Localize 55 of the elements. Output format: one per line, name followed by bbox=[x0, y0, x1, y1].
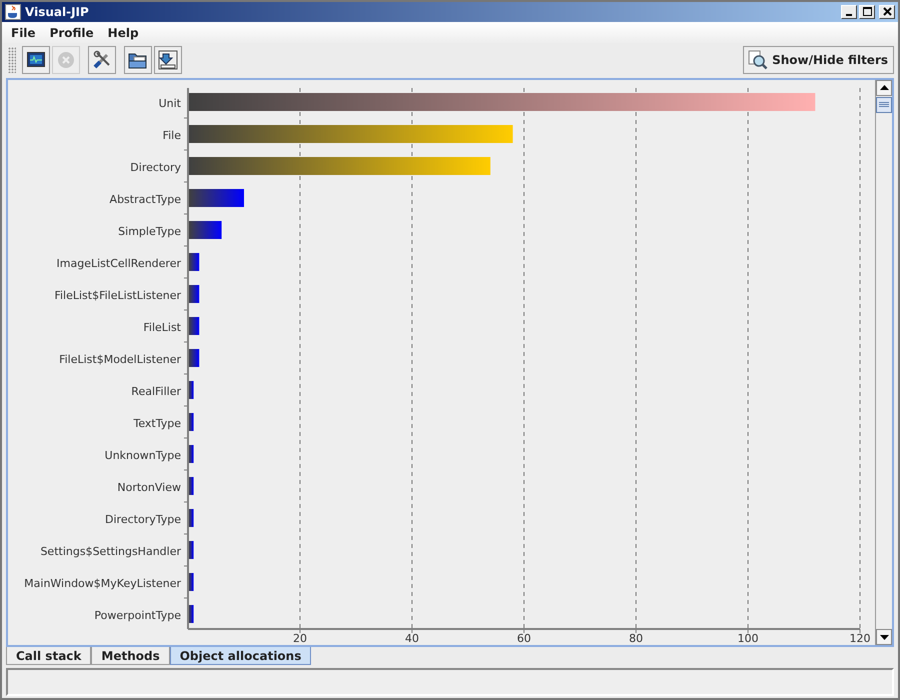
category-label: FileList$FileListListener bbox=[54, 288, 181, 302]
tick-label: 120 bbox=[850, 632, 870, 645]
coffee-cup-icon bbox=[5, 4, 21, 20]
category-label: RealFiller bbox=[131, 384, 181, 398]
category-label: Directory bbox=[130, 160, 181, 174]
tools-icon bbox=[92, 50, 112, 70]
scroll-up-button[interactable] bbox=[876, 80, 892, 96]
scroll-down-button[interactable] bbox=[876, 629, 892, 646]
category-label: AbstractType bbox=[110, 192, 181, 206]
window-title: Visual-JIP bbox=[25, 4, 90, 19]
maximize-icon bbox=[862, 7, 872, 16]
close-icon bbox=[882, 7, 892, 16]
category-label: File bbox=[162, 128, 181, 142]
menu-item[interactable]: Help bbox=[100, 26, 146, 40]
scroll-thumb[interactable] bbox=[876, 96, 892, 113]
category-label: FileList$ModelListener bbox=[59, 352, 181, 366]
monitor-button[interactable] bbox=[22, 46, 50, 74]
stop-icon bbox=[57, 50, 75, 69]
maximize-button[interactable] bbox=[859, 4, 875, 19]
folder-button[interactable] bbox=[124, 46, 152, 74]
category-label: SimpleType bbox=[118, 224, 181, 238]
category-label: UnknownType bbox=[104, 448, 181, 462]
category-label: DirectoryType bbox=[105, 512, 181, 526]
menu-item[interactable]: Profile bbox=[42, 26, 101, 40]
category-label: FileList bbox=[143, 320, 181, 334]
monitor-icon bbox=[27, 52, 45, 68]
minimize-button[interactable] bbox=[841, 4, 857, 19]
tick-label: 40 bbox=[405, 632, 419, 645]
export-button[interactable] bbox=[154, 46, 182, 74]
folder-icon bbox=[128, 50, 148, 69]
category-label: TextType bbox=[133, 416, 181, 430]
tick-label: 60 bbox=[517, 632, 531, 645]
tick-label: 20 bbox=[293, 632, 307, 645]
category-label: PowerpointType bbox=[94, 608, 181, 622]
close-button[interactable] bbox=[879, 4, 895, 19]
tick-label: 100 bbox=[738, 632, 758, 645]
tick-label: 80 bbox=[629, 632, 643, 645]
category-label: NortonView bbox=[117, 480, 181, 494]
search-icon bbox=[748, 50, 768, 70]
minimize-icon bbox=[846, 14, 852, 16]
category-label: ImageListCellRenderer bbox=[56, 256, 181, 270]
toolbar-grip[interactable] bbox=[8, 46, 16, 73]
tab[interactable]: Object allocations bbox=[170, 647, 312, 666]
filters-button[interactable]: Show/Hide filters bbox=[743, 46, 894, 74]
category-label: Settings$SettingsHandler bbox=[40, 544, 181, 558]
category-label: MainWindow$MyKeyListener bbox=[24, 576, 181, 590]
save-icon bbox=[158, 50, 178, 70]
tab[interactable]: Methods bbox=[91, 647, 170, 666]
down-arrow-icon bbox=[880, 634, 888, 640]
vertical-scrollbar[interactable] bbox=[875, 80, 892, 646]
tools-button[interactable] bbox=[88, 46, 116, 74]
category-label: Unit bbox=[158, 96, 181, 110]
up-arrow-icon bbox=[880, 85, 888, 90]
tab[interactable]: Call stack bbox=[6, 647, 92, 666]
menu-item[interactable]: File bbox=[4, 26, 43, 40]
